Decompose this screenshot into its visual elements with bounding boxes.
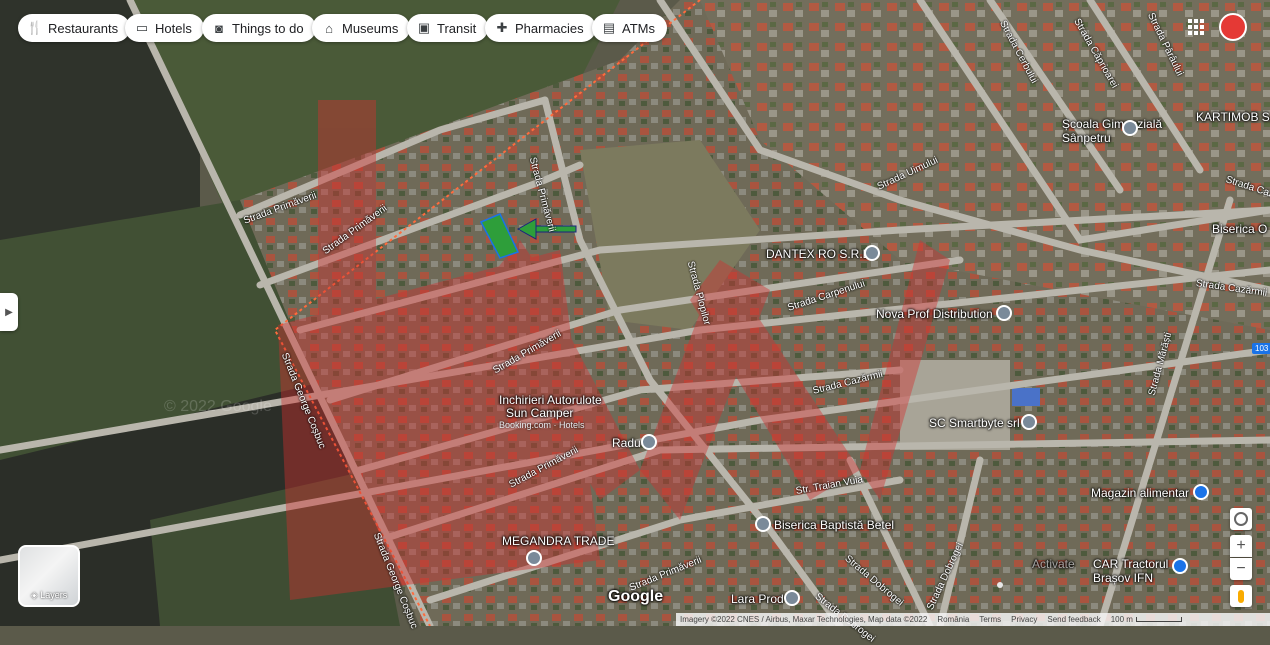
my-location-button[interactable] xyxy=(1230,508,1252,530)
place-dantex[interactable]: DANTEX RO S.R.L xyxy=(766,247,869,261)
fork-knife-icon: 🍴 xyxy=(26,20,44,35)
street-view-pegman[interactable] xyxy=(1230,585,1252,607)
chip-things-to-do[interactable]: ◙ Things to do xyxy=(202,14,316,42)
pin-dantex-icon[interactable] xyxy=(864,245,880,261)
chip-museums[interactable]: ⌂ Museums xyxy=(312,14,411,42)
layers-button[interactable]: ◈ Layers xyxy=(18,545,80,607)
place-baptista[interactable]: Biserica Baptistă Betel xyxy=(774,518,894,532)
activate-watermark: Activate xyxy=(1032,557,1075,571)
layers-icon: ◈ xyxy=(30,590,38,600)
chip-pharmacies[interactable]: ✚ Pharmacies xyxy=(485,14,596,42)
chip-label: Pharmacies xyxy=(515,20,584,36)
side-panel-toggle[interactable]: ▶ xyxy=(0,293,18,331)
privacy-link[interactable]: Privacy xyxy=(1011,615,1037,624)
place-magazin[interactable]: Magazin alimentar xyxy=(1091,486,1189,500)
place-radu[interactable]: Radu xyxy=(612,436,641,450)
place-school[interactable]: Școala Gimnazială Sânpetru xyxy=(1062,117,1162,145)
place-camper-line1[interactable]: Inchirieri Autorulote xyxy=(499,393,602,407)
satellite-map[interactable] xyxy=(0,0,1270,626)
chip-label: Things to do xyxy=(232,20,304,36)
plus-icon: + xyxy=(1236,537,1246,554)
pin-baptista-icon[interactable] xyxy=(755,516,771,532)
crosshair-icon xyxy=(1234,512,1248,526)
chip-label: Restaurants xyxy=(48,20,119,36)
pin-nova-icon[interactable] xyxy=(996,305,1012,321)
pin-car-icon[interactable] xyxy=(1172,558,1188,574)
apps-grid-icon[interactable] xyxy=(1188,19,1204,35)
imagery-attribution: Imagery ©2022 CNES / Airbus, Maxar Techn… xyxy=(680,615,928,624)
pin-radu-icon[interactable] xyxy=(641,434,657,450)
chip-label: Museums xyxy=(342,20,399,36)
museum-icon: ⌂ xyxy=(325,20,333,36)
chip-transit[interactable]: ▣ Transit xyxy=(407,14,489,42)
place-camper-booking: Booking.com · Hotels xyxy=(499,420,585,430)
place-biserica[interactable]: Biserica O xyxy=(1212,222,1267,236)
zoom-out-button[interactable]: − xyxy=(1230,558,1252,580)
camera-icon: ◙ xyxy=(215,20,223,36)
bed-icon: ▭ xyxy=(135,20,149,35)
pin-smartbyte-icon[interactable] xyxy=(1021,414,1037,430)
chip-label: ATMs xyxy=(622,20,655,36)
place-nova[interactable]: Nova Prof Distribution xyxy=(876,307,993,321)
place-kartimob[interactable]: KARTIMOB SA xyxy=(1196,110,1270,124)
place-car[interactable]: CAR Tractorul Brașov IFN xyxy=(1093,557,1168,585)
blue-roof xyxy=(1012,388,1040,406)
pin-magazin-icon[interactable] xyxy=(1193,484,1209,500)
place-megandra[interactable]: MEGANDRA TRADE xyxy=(502,534,614,548)
bus-icon: ▣ xyxy=(417,20,431,35)
pegman-icon xyxy=(1238,589,1244,603)
pharmacy-icon: ✚ xyxy=(496,20,508,35)
attribution-bar: Imagery ©2022 CNES / Airbus, Maxar Techn… xyxy=(676,613,1270,626)
route-badge: 103 xyxy=(1252,343,1270,354)
chip-label: Transit xyxy=(437,20,477,36)
place-lara[interactable]: Lara Prod xyxy=(731,592,784,606)
pin-megandra-icon[interactable] xyxy=(526,550,542,566)
pin-lara-icon[interactable] xyxy=(784,590,800,606)
minus-icon: − xyxy=(1236,560,1246,577)
chip-restaurants[interactable]: 🍴 Restaurants xyxy=(18,14,131,42)
chip-hotels[interactable]: ▭ Hotels xyxy=(125,14,204,42)
layers-label: ◈ Layers xyxy=(30,590,68,600)
chevron-right-icon: ▶ xyxy=(5,306,13,318)
atm-icon: ▤ xyxy=(602,20,616,35)
account-avatar[interactable] xyxy=(1219,13,1247,41)
scale-bar[interactable]: 100 m xyxy=(1111,615,1182,624)
poi-marker xyxy=(997,582,1003,588)
chip-atms[interactable]: ▤ ATMs xyxy=(592,14,667,42)
country-link[interactable]: România xyxy=(937,615,969,624)
place-smartbyte[interactable]: SC Smartbyte srl xyxy=(929,416,1020,430)
chip-label: Hotels xyxy=(155,20,192,36)
place-camper-line2[interactable]: Sun Camper xyxy=(506,406,573,420)
imagery-watermark: © 2022 Google xyxy=(164,398,272,415)
feedback-link[interactable]: Send feedback xyxy=(1047,615,1100,624)
pin-school-icon[interactable] xyxy=(1122,120,1138,136)
terms-link[interactable]: Terms xyxy=(979,615,1001,624)
google-logo: Google xyxy=(608,588,664,605)
zoom-in-button[interactable]: + xyxy=(1230,535,1252,557)
